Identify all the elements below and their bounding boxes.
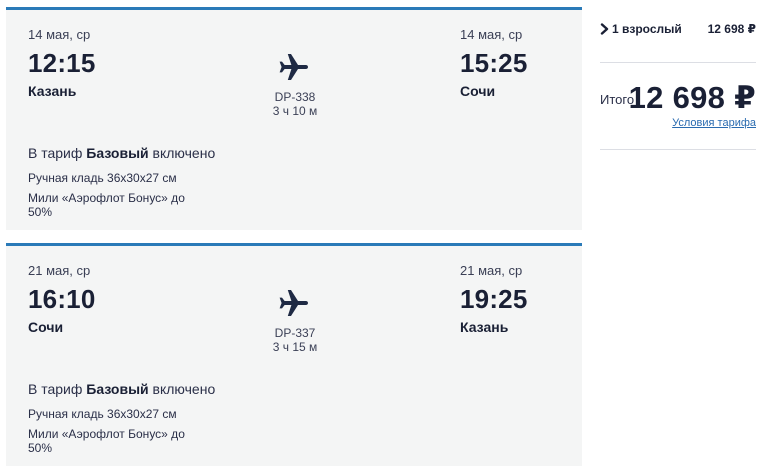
arrival-date: 21 мая, ср — [460, 263, 523, 278]
tariff-name: Базовый — [86, 145, 149, 161]
tariff-name: Базовый — [86, 381, 149, 397]
baggage-allowance: Ручная кладь 36х30х27 см — [28, 407, 177, 421]
flight-card-outbound: 14 мая, ср 12:15 Казань DP-338 3 ч 10 м … — [6, 7, 582, 230]
arrival-city: Казань — [460, 319, 509, 335]
passengers-price: 12 698 ₽ — [707, 22, 756, 36]
tariff-included: В тариф Базовый включено — [28, 145, 215, 161]
tariff-included: В тариф Базовый включено — [28, 381, 215, 397]
flight-duration: 3 ч 15 м — [272, 340, 318, 354]
flight-duration: 3 ч 10 м — [272, 104, 318, 118]
tariff-prefix: В тариф — [28, 145, 83, 161]
tariff-conditions-link[interactable]: Условия тарифа — [672, 117, 756, 129]
summary-divider — [600, 149, 756, 150]
departure-date: 21 мая, ср — [28, 263, 91, 278]
flight-number: DP-337 — [274, 326, 316, 340]
flight-card-return: 21 мая, ср 16:10 Сочи DP-337 3 ч 15 м 21… — [6, 243, 582, 466]
airplane-icon — [279, 54, 308, 80]
tariff-suffix: включено — [152, 381, 216, 397]
passengers-summary-toggle[interactable]: 1 взрослый 12 698 ₽ — [600, 21, 756, 41]
departure-time: 12:15 — [28, 48, 96, 78]
tariff-suffix: включено — [152, 145, 216, 161]
chevron-right-icon — [600, 23, 609, 35]
arrival-time: 15:25 — [460, 48, 528, 78]
total-price: 12 698 ₽ — [628, 80, 756, 115]
miles-bonus: Мили «Аэрофлот Бонус» до 50% — [28, 191, 185, 219]
summary-divider — [600, 62, 756, 63]
flight-number: DP-338 — [274, 90, 316, 104]
arrival-time: 19:25 — [460, 284, 528, 314]
airplane-icon — [279, 290, 308, 316]
arrival-city: Сочи — [460, 83, 496, 99]
miles-bonus: Мили «Аэрофлот Бонус» до 50% — [28, 427, 185, 455]
departure-city: Казань — [28, 83, 77, 99]
baggage-allowance: Ручная кладь 36х30х27 см — [28, 171, 177, 185]
tariff-prefix: В тариф — [28, 381, 83, 397]
departure-date: 14 мая, ср — [28, 27, 91, 42]
passengers-label: 1 взрослый — [612, 22, 682, 36]
departure-city: Сочи — [28, 319, 64, 335]
departure-time: 16:10 — [28, 284, 96, 314]
arrival-date: 14 мая, ср — [460, 27, 523, 42]
